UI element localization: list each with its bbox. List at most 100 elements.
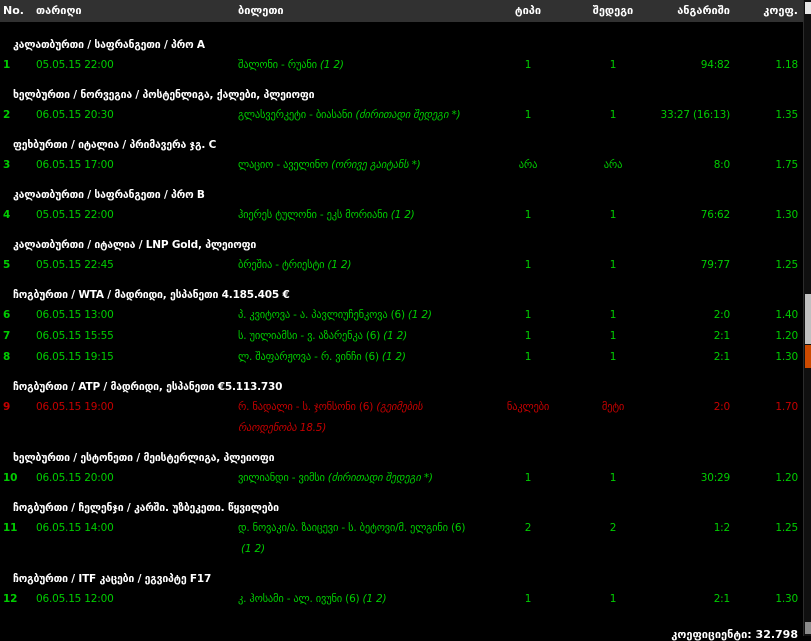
column-header-score: ანგარიში <box>652 0 744 22</box>
bet-score: 2:0 <box>652 397 744 439</box>
bet-number: 11 <box>0 518 36 560</box>
bet-date: 06.05.15 12:00 <box>36 589 236 610</box>
bet-market: (1 2) <box>362 593 386 605</box>
bet-row[interactable]: 906.05.15 19:00რ. ნადალი - ს. ჯონსონი (6… <box>0 397 803 439</box>
bet-coefficient: 1.20 <box>744 468 803 489</box>
category-row: ხელბურთი / ესტონეთი / მეისტერლიგა, პლეიო… <box>0 448 803 468</box>
bet-row[interactable]: 105.05.15 22:00შალონი - რუანი(1 2)1194:8… <box>0 55 803 76</box>
bet-row[interactable]: 505.05.15 22:45ბრეშია - ტრიესტი(1 2)1179… <box>0 255 803 276</box>
bet-date: 06.05.15 19:15 <box>36 347 236 368</box>
bet-market: (ორივე გაიტანს *) <box>331 159 421 171</box>
bet-market: (1 2) <box>382 351 406 363</box>
bet-score: 2:1 <box>652 589 744 610</box>
bet-date: 06.05.15 14:00 <box>36 518 236 560</box>
bet-score: 2:1 <box>652 326 744 347</box>
bet-group: კალათბურთი / იტალია / LNP Gold, პლეიოფი5… <box>0 235 803 276</box>
bet-group: ხელბურთი / ესტონეთი / მეისტერლიგა, პლეიო… <box>0 448 803 489</box>
bet-row[interactable]: 1206.05.15 12:00კ. ჰოსამი - ალ. ივუნი (6… <box>0 589 803 610</box>
bet-group: ჩოგბურთი / ჩელენჯი / კარში. უზბეკეთი. წყ… <box>0 498 803 560</box>
bet-event-name: ბრეშია - ტრიესტი <box>238 259 324 271</box>
scrollbar-orange-marker[interactable] <box>805 345 811 368</box>
bet-group: ფეხბურთი / იტალია / პრიმავერა ჯგ. C306.0… <box>0 135 803 176</box>
table-header: No. თარიღი ბილეთი ტიპი შედეგი ანგარიში კ… <box>0 0 803 26</box>
category-row: ხელბურთი / ნორვეგია / პოსტენლიგა, ქალები… <box>0 85 803 105</box>
bet-score: 79:77 <box>652 255 744 276</box>
bet-group: ხელბურთი / ნორვეგია / პოსტენლიგა, ქალები… <box>0 85 803 126</box>
bet-result: არა <box>574 155 652 176</box>
bet-row[interactable]: 206.05.15 20:30გლასვერკეტი - ბიასანი(ძირ… <box>0 105 803 126</box>
bet-event-name: კ. ჰოსამი - ალ. ივუნი (6) <box>238 593 359 605</box>
bet-coefficient: 1.35 <box>744 105 803 126</box>
bet-date: 06.05.15 17:00 <box>36 155 236 176</box>
bet-result: 1 <box>574 347 652 368</box>
bet-event-name: პ. კვიტოვა - ა. პავლიუჩენკოვა (6) <box>238 309 405 321</box>
bet-coefficient: 1.30 <box>744 589 803 610</box>
column-header-date: თარიღი <box>36 0 236 22</box>
bet-number: 9 <box>0 397 36 439</box>
scrollbar-down-icon[interactable] <box>805 622 811 634</box>
bet-type: 1 <box>482 326 574 347</box>
bet-date: 06.05.15 13:00 <box>36 305 236 326</box>
bet-result: 1 <box>574 468 652 489</box>
bet-number: 7 <box>0 326 36 347</box>
bet-number: 8 <box>0 347 36 368</box>
total-coefficient-label: კოეფიციენტი: <box>671 628 751 641</box>
bet-result: 1 <box>574 55 652 76</box>
bet-ticket: გლასვერკეტი - ბიასანი(ძირითადი შედეგი *) <box>236 105 482 126</box>
bet-row[interactable]: 706.05.15 15:55ს. უილიამსი - ვ. აზარენკა… <box>0 326 803 347</box>
bet-ticket: ბრეშია - ტრიესტი(1 2) <box>236 255 482 276</box>
bet-date: 06.05.15 19:00 <box>36 397 236 439</box>
bet-number: 3 <box>0 155 36 176</box>
bet-ticket: ჰიერეს ტულონი - ეკს მორიანი(1 2) <box>236 205 482 226</box>
bet-row[interactable]: 806.05.15 19:15ლ. შაფარჟოვა - რ. ვინჩი (… <box>0 347 803 368</box>
bet-coefficient: 1.18 <box>744 55 803 76</box>
bet-group: კალათბურთი / საფრანგეთი / პრო B405.05.15… <box>0 185 803 226</box>
bet-ticket: კ. ჰოსამი - ალ. ივუნი (6)(1 2) <box>236 589 482 610</box>
bet-score: 2:1 <box>652 347 744 368</box>
bet-score: 8:0 <box>652 155 744 176</box>
bet-number: 12 <box>0 589 36 610</box>
bet-number: 5 <box>0 255 36 276</box>
scrollbar-up-icon[interactable] <box>805 2 811 14</box>
bet-coefficient: 1.30 <box>744 205 803 226</box>
category-row: ფეხბურთი / იტალია / პრიმავერა ჯგ. C <box>0 135 803 155</box>
bet-result: 1 <box>574 589 652 610</box>
bet-result: 1 <box>574 255 652 276</box>
bet-row[interactable]: 306.05.15 17:00ლაციო - აველინო(ორივე გაი… <box>0 155 803 176</box>
bet-number: 1 <box>0 55 36 76</box>
bet-type: 1 <box>482 205 574 226</box>
bet-row[interactable]: 1106.05.15 14:00დ. ნოვაკი/ა. ზაიცევი - ს… <box>0 518 803 560</box>
bet-result: 1 <box>574 205 652 226</box>
bet-row[interactable]: 606.05.15 13:00პ. კვიტოვა - ა. პავლიუჩენ… <box>0 305 803 326</box>
bet-market: (1 2) <box>408 309 432 321</box>
category-row: ჩოგბურთი / ATP / მადრიდი, ესპანეთი €5.11… <box>0 377 803 397</box>
bet-date: 05.05.15 22:00 <box>36 205 236 226</box>
column-header-coefficient: კოეფ. <box>744 0 803 22</box>
bet-event-name: ს. უილიამსი - ვ. აზარენკა (6) <box>238 330 380 342</box>
bet-score: 30:29 <box>652 468 744 489</box>
category-row: ჩოგბურთი / WTA / მადრიდი, ესპანეთი 4.185… <box>0 285 803 305</box>
bet-ticket: ლ. შაფარჟოვა - რ. ვინჩი (6)(1 2) <box>236 347 482 368</box>
bet-row[interactable]: 405.05.15 22:00ჰიერეს ტულონი - ეკს მორია… <box>0 205 803 226</box>
column-header-type: ტიპი <box>482 0 574 22</box>
bet-market: (ძირითადი შედეგი *) <box>328 472 433 484</box>
bet-type: 1 <box>482 589 574 610</box>
bet-event-name: შალონი - რუანი <box>238 59 317 71</box>
bet-ticket: ლაციო - აველინო(ორივე გაიტანს *) <box>236 155 482 176</box>
category-row: კალათბურთი / იტალია / LNP Gold, პლეიოფი <box>0 235 803 255</box>
bet-coefficient: 1.70 <box>744 397 803 439</box>
vertical-scrollbar[interactable] <box>803 0 811 636</box>
bet-coefficient: 1.25 <box>744 255 803 276</box>
bet-type: 1 <box>482 255 574 276</box>
bet-group: ჩოგბურთი / ITF კაცები / ეგვიპტე F171206.… <box>0 569 803 610</box>
bet-market: (1 2) <box>241 543 265 555</box>
bet-type: 1 <box>482 468 574 489</box>
bet-row[interactable]: 1006.05.15 20:00ვილიანდი - ვიმსი(ძირითად… <box>0 468 803 489</box>
bet-coefficient: 1.40 <box>744 305 803 326</box>
bet-date: 05.05.15 22:00 <box>36 55 236 76</box>
scrollbar-thumb[interactable] <box>805 294 811 344</box>
bet-market: (1 2) <box>327 259 351 271</box>
bet-number: 2 <box>0 105 36 126</box>
bet-type: 2 <box>482 518 574 560</box>
column-header-result: შედეგი <box>574 0 652 22</box>
